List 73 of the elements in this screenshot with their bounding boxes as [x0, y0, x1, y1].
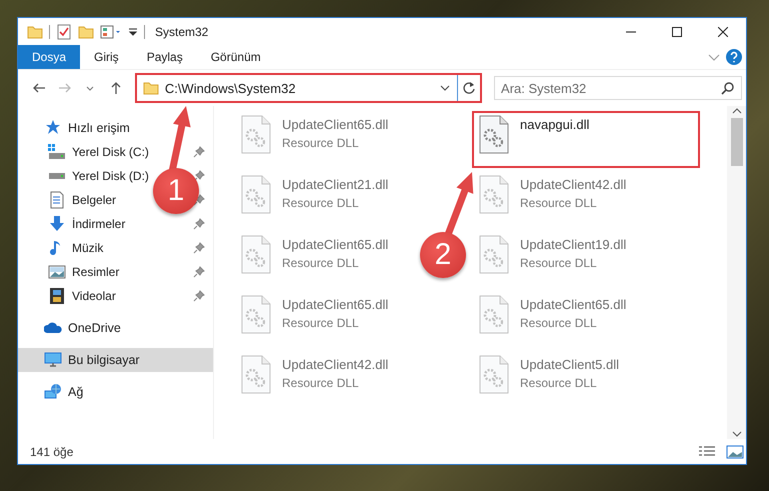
properties-icon[interactable]: [100, 24, 122, 40]
search-field[interactable]: Ara: System32: [494, 76, 742, 100]
file-type: Resource DLL: [282, 376, 360, 390]
pin-icon[interactable]: [193, 218, 205, 230]
file-name[interactable]: UpdateClient19.dll: [520, 237, 626, 252]
pin-icon[interactable]: [193, 242, 205, 254]
file-type: Resource DLL: [282, 136, 360, 150]
item-count: 141 öğe: [30, 444, 74, 458]
file-type: Resource DLL: [282, 196, 360, 210]
ribbon-tab[interactable]: Görünüm: [196, 45, 275, 69]
sidebar-item[interactable]: Hızlı erişim: [68, 121, 130, 135]
pin-icon[interactable]: [193, 290, 205, 302]
checklist-icon[interactable]: [56, 24, 72, 40]
film-icon: [48, 287, 66, 305]
chevron-up-icon[interactable]: [732, 106, 742, 116]
thumbnail-view-icon[interactable]: [726, 444, 744, 458]
chevron-down-icon[interactable]: [732, 429, 742, 439]
document-icon: [48, 191, 66, 209]
folder-icon: [142, 80, 159, 96]
file-type: Resource DLL: [520, 196, 598, 210]
pin-icon[interactable]: [193, 146, 205, 158]
file-type: Resource DLL: [520, 316, 598, 330]
address-text: C:\Windows\System32: [164, 80, 296, 96]
file-name[interactable]: UpdateClient21.dll: [282, 177, 388, 192]
address-bar[interactable]: C:\Windows\System32: [134, 73, 482, 103]
file-name[interactable]: UpdateClient65.dll: [282, 117, 388, 132]
details-view-icon[interactable]: [698, 444, 716, 458]
sidebar-item[interactable]: Bu bilgisayar: [18, 348, 213, 372]
sidebar-item[interactable]: OneDrive: [68, 321, 121, 335]
scrollbar[interactable]: [727, 106, 746, 439]
drive-icon: [48, 172, 66, 180]
picture-icon: [48, 263, 66, 281]
file-type: Resource DLL: [282, 316, 360, 330]
file-name[interactable]: UpdateClient65.dll: [520, 297, 626, 312]
pin-icon[interactable]: [193, 266, 205, 278]
drive-icon: [48, 144, 66, 160]
file-type: Resource DLL: [520, 376, 598, 390]
star-icon: [44, 119, 62, 137]
help-icon[interactable]: [726, 49, 742, 65]
folder-icon[interactable]: [27, 24, 43, 40]
ribbon-tab[interactable]: Giriş: [80, 45, 133, 69]
window-title: System32: [155, 24, 208, 38]
network-icon: [44, 383, 62, 401]
pin-icon[interactable]: [193, 194, 205, 206]
pin-icon[interactable]: [193, 170, 205, 182]
folder-icon[interactable]: [78, 24, 94, 40]
search-icon: [721, 81, 736, 95]
sidebar-item[interactable]: Ağ: [68, 385, 84, 399]
ribbon-tab[interactable]: Dosya: [18, 45, 80, 69]
sidebar-item[interactable]: Belgeler: [72, 193, 116, 207]
sidebar-item[interactable]: Müzik: [72, 241, 104, 255]
file-name[interactable]: UpdateClient42.dll: [282, 357, 388, 372]
scroll-thumb[interactable]: [730, 118, 742, 166]
maximize-icon[interactable]: [672, 26, 682, 36]
file-name[interactable]: navapgui.dll: [520, 117, 590, 132]
file-name[interactable]: UpdateClient42.dll: [520, 177, 626, 192]
sidebar-item[interactable]: Videolar: [72, 289, 116, 303]
sidebar-label: Bu bilgisayar: [68, 353, 140, 367]
down-arrow-icon: [48, 215, 66, 233]
file-name[interactable]: UpdateClient65.dll: [282, 237, 388, 252]
file-name[interactable]: UpdateClient5.dll: [520, 357, 620, 372]
sidebar-item[interactable]: Yerel Disk (D:): [72, 169, 149, 183]
sidebar-item[interactable]: Yerel Disk (C:): [72, 145, 149, 159]
file-type: Resource DLL: [282, 256, 360, 270]
sidebar-item[interactable]: İndirmeler: [72, 217, 126, 231]
gear-file-icon[interactable]: [478, 115, 510, 155]
file-name[interactable]: UpdateClient65.dll: [282, 297, 388, 312]
file-type: Resource DLL: [520, 256, 598, 270]
refresh-icon[interactable]: [462, 81, 476, 95]
ribbon-tab[interactable]: Paylaş: [132, 45, 197, 69]
computer-icon: [44, 351, 62, 369]
close-icon[interactable]: [718, 26, 728, 36]
sidebar-item[interactable]: Resimler: [72, 265, 120, 279]
